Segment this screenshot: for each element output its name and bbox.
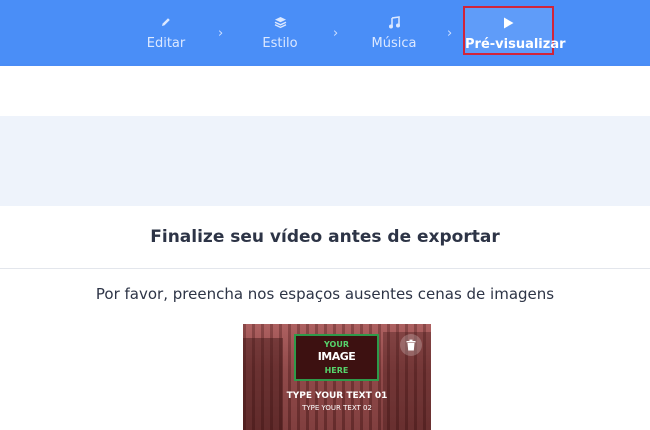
step-label: Editar — [146, 36, 186, 51]
page-subtitle: Por favor, preencha nos espaços ausentes… — [95, 285, 555, 303]
scene-caption-1: TYPE YOUR TEXT 01 — [286, 391, 388, 401]
content-band — [0, 116, 650, 206]
placeholder-text: IMAGE — [317, 350, 356, 363]
toolbar-area — [0, 66, 650, 116]
step-pre-visualizar[interactable]: Pré-visualizar — [463, 6, 566, 55]
placeholder-text: YOUR — [324, 340, 349, 349]
chevron-right-icon: › — [447, 26, 453, 41]
scene-caption-2: TYPE YOUR TEXT 02 — [302, 404, 372, 412]
steps-header: Editar › Estilo › Música › Pré-visualiza… — [0, 0, 650, 66]
divider — [0, 268, 650, 269]
pencil-icon — [140, 16, 192, 30]
chevron-right-icon: › — [333, 26, 339, 41]
music-note-icon — [367, 16, 421, 30]
step-musica[interactable]: Música — [367, 0, 421, 66]
scene-thumbnail[interactable]: YOUR IMAGE HERE TYPE YOUR TEXT 01 TYPE Y… — [243, 324, 431, 430]
play-icon — [465, 17, 552, 31]
image-placeholder[interactable]: YOUR IMAGE HERE — [294, 334, 379, 381]
step-estilo[interactable]: Estilo — [256, 0, 304, 66]
trash-icon[interactable] — [400, 334, 422, 356]
step-label: Música — [371, 36, 417, 51]
page-title: Finalize seu vídeo antes de exportar — [150, 227, 500, 247]
chevron-right-icon: › — [218, 26, 224, 41]
step-label: Pré-visualizar — [465, 37, 566, 52]
step-editar[interactable]: Editar — [140, 0, 192, 66]
layers-icon — [256, 16, 304, 30]
building-shape-left — [243, 338, 283, 430]
placeholder-text: HERE — [324, 366, 349, 375]
step-label: Estilo — [262, 36, 298, 51]
